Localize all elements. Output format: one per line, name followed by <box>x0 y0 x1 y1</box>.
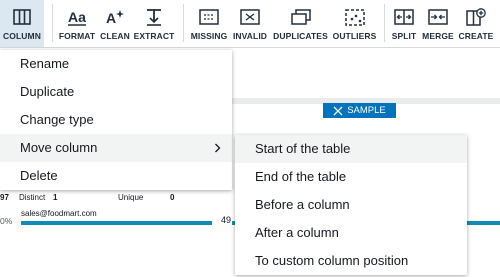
submenu-item-after-column[interactable]: After a column <box>235 219 467 247</box>
data-wrangler-screen: COLUMN Aa FORMAT A CLEAN EXTRACT MISSING… <box>0 0 500 277</box>
distinct-label: Distinct <box>19 193 46 202</box>
menu-item-label: Move column <box>20 140 98 155</box>
format-text-icon: Aa <box>67 6 87 28</box>
left-percent: 0% <box>0 216 13 226</box>
missing-values-icon <box>199 6 219 28</box>
missing-button[interactable]: MISSING <box>189 0 229 47</box>
menu-item-label: Duplicate <box>20 84 75 99</box>
outliers-button-label: OUTLIERS <box>332 31 377 41</box>
menu-item-label: Delete <box>20 168 58 183</box>
submenu-item-custom-position[interactable]: To custom column position <box>235 247 467 275</box>
toolbar-divider <box>52 4 53 42</box>
column-button-label: COLUMN <box>3 31 41 41</box>
format-button-label: FORMAT <box>58 31 96 41</box>
submenu-item-label: After a column <box>255 225 339 240</box>
split-button[interactable]: SPLIT <box>389 0 419 47</box>
transform-toolbar: COLUMN Aa FORMAT A CLEAN EXTRACT MISSING… <box>0 0 500 48</box>
chevron-right-icon <box>214 134 221 162</box>
submenu-item-start-of-table[interactable]: Start of the table <box>235 135 467 163</box>
move-column-submenu: Start of the table End of the table Befo… <box>235 135 467 275</box>
menu-item-label: Rename <box>20 56 70 71</box>
outliers-button[interactable]: OUTLIERS <box>331 0 378 47</box>
invalid-button-label: INVALID <box>232 31 268 41</box>
create-button[interactable]: CREATE <box>457 0 495 47</box>
create-column-icon <box>466 6 486 28</box>
column-icon <box>13 6 31 28</box>
clean-sparkle-icon: A <box>105 6 125 28</box>
top-value: sales@foodmart.com <box>21 209 97 218</box>
create-button-label: CREATE <box>458 31 494 41</box>
partial-count: 49 <box>221 215 232 225</box>
merge-button[interactable]: MERGE <box>421 0 455 47</box>
submenu-item-label: Start of the table <box>255 141 351 156</box>
sample-icon <box>333 106 343 115</box>
missing-button-label: MISSING <box>190 31 228 41</box>
unique-label: Unique <box>118 193 144 202</box>
value-frequency-bar <box>21 221 212 225</box>
invalid-button[interactable]: INVALID <box>232 0 268 47</box>
row-count: 97 <box>0 193 9 202</box>
submenu-item-before-column[interactable]: Before a column <box>235 191 467 219</box>
clean-button-label: CLEAN <box>100 31 130 41</box>
extract-icon <box>144 6 164 28</box>
svg-text:A: A <box>106 10 116 26</box>
submenu-item-end-of-table[interactable]: End of the table <box>235 163 467 191</box>
submenu-item-label: To custom column position <box>255 253 409 268</box>
toolbar-divider <box>384 4 385 42</box>
menu-item-delete[interactable]: Delete <box>0 162 232 190</box>
extract-button-label: EXTRACT <box>133 31 175 41</box>
format-button[interactable]: Aa FORMAT <box>58 0 96 47</box>
sample-badge-label: SAMPLE <box>347 105 386 116</box>
split-button-label: SPLIT <box>391 31 417 41</box>
duplicates-icon <box>290 6 311 28</box>
duplicates-button[interactable]: DUPLICATES <box>272 0 329 47</box>
column-button[interactable]: COLUMN <box>0 0 44 47</box>
unique-value: 0 <box>170 193 175 202</box>
merge-icon <box>428 6 448 28</box>
menu-item-change-type[interactable]: Change type <box>0 106 232 134</box>
distinct-value: 1 <box>53 193 58 202</box>
split-icon <box>394 6 414 28</box>
sample-badge[interactable]: SAMPLE <box>323 103 396 118</box>
menu-item-rename[interactable]: Rename <box>0 50 232 78</box>
menu-item-label: Change type <box>20 112 94 127</box>
menu-item-duplicate[interactable]: Duplicate <box>0 78 232 106</box>
outliers-scatter-icon <box>344 6 365 28</box>
merge-button-label: MERGE <box>422 31 454 41</box>
clean-button[interactable]: A CLEAN <box>99 0 131 47</box>
svg-text:Aa: Aa <box>68 9 86 25</box>
menu-item-move-column[interactable]: Move column <box>0 134 232 162</box>
extract-button[interactable]: EXTRACT <box>133 0 175 47</box>
duplicates-button-label: DUPLICATES <box>273 31 328 41</box>
column-menu: Rename Duplicate Change type Move column… <box>0 50 232 190</box>
submenu-item-label: End of the table <box>255 169 347 184</box>
toolbar-divider <box>183 4 184 42</box>
invalid-values-icon <box>240 6 260 28</box>
submenu-item-label: Before a column <box>255 197 350 212</box>
